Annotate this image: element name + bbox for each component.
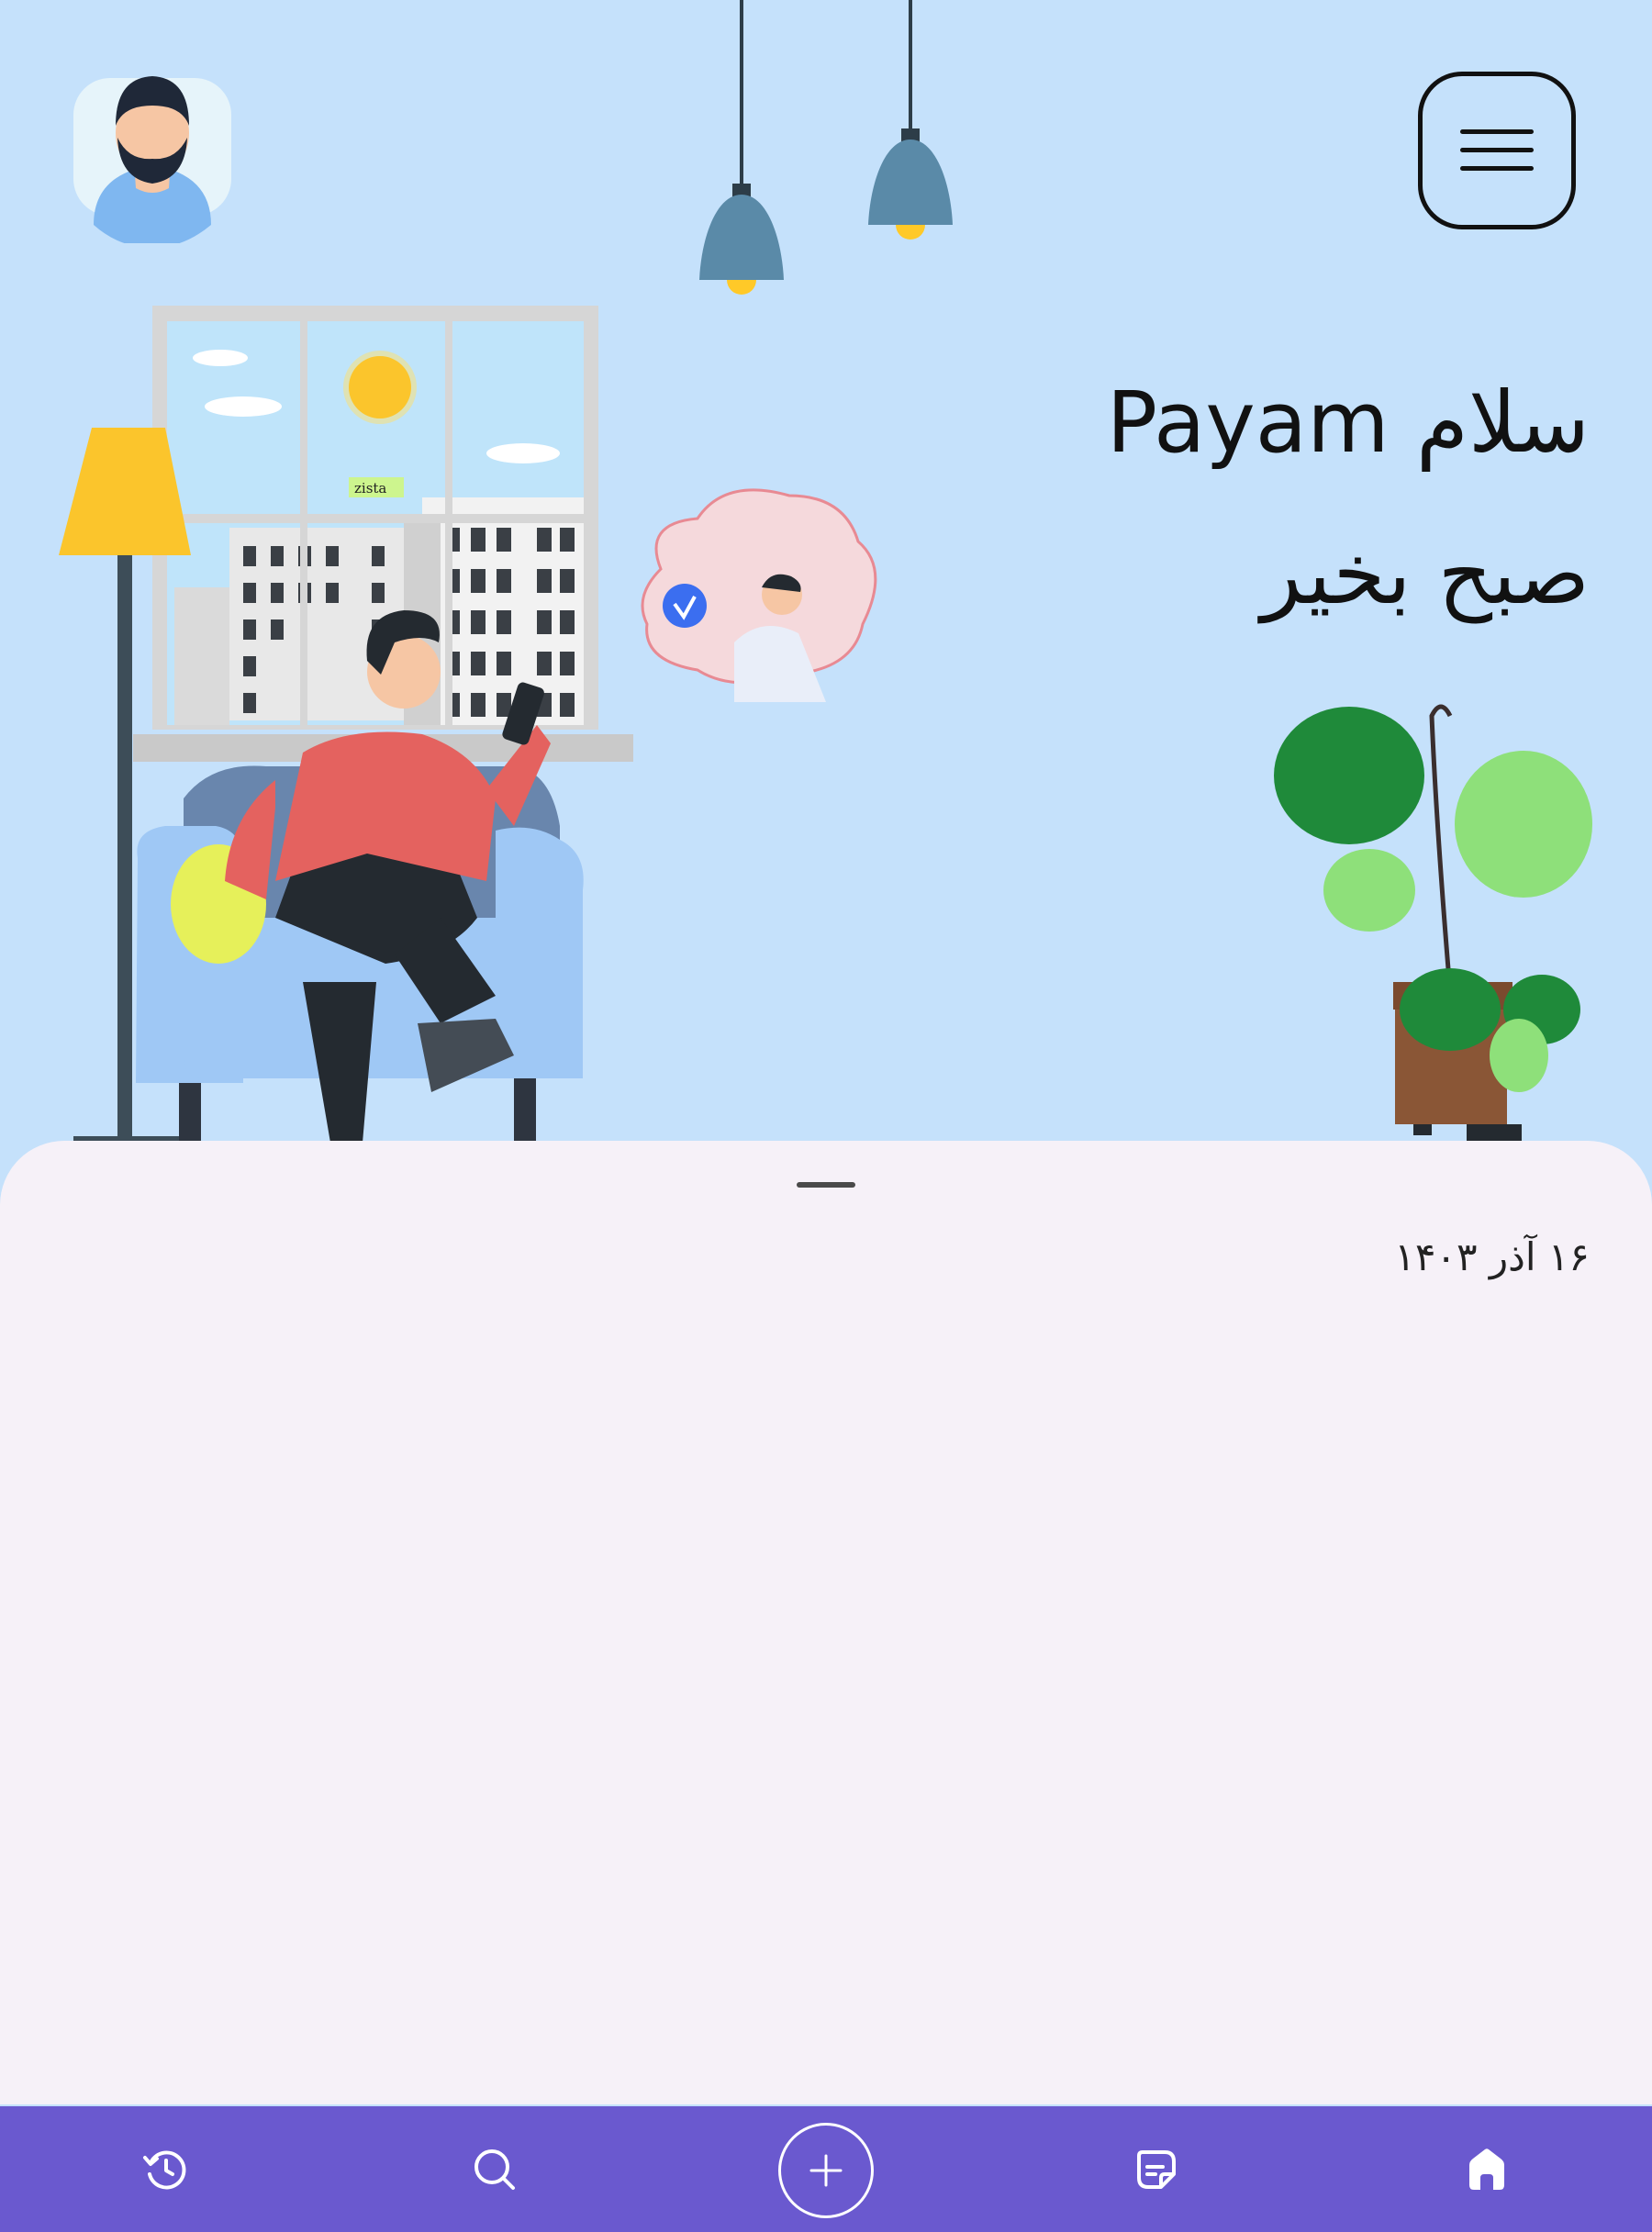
plus-icon xyxy=(809,2154,843,2187)
avatar-icon xyxy=(73,76,231,248)
nav-home-button[interactable] xyxy=(1432,2106,1542,2232)
menu-button[interactable] xyxy=(1418,72,1576,229)
greeting-title: سلام Payam xyxy=(1106,374,1590,472)
document-icon xyxy=(1137,2149,1176,2189)
nav-document-button[interactable] xyxy=(1101,2106,1211,2232)
nav-add-button[interactable] xyxy=(778,2123,874,2218)
pendant-lamps xyxy=(699,0,953,295)
sheet-drag-handle[interactable] xyxy=(797,1182,855,1188)
plant xyxy=(1274,704,1592,1143)
building-sign: zista xyxy=(354,480,386,497)
greeting-subtitle: صبح بخیر xyxy=(1260,525,1590,623)
home-icon xyxy=(1469,2148,1504,2190)
nav-search-button[interactable] xyxy=(440,2106,550,2232)
nav-history-button[interactable] xyxy=(110,2106,220,2232)
date-label: ۱۶ آذر ۱۴۰۳ xyxy=(1394,1234,1590,1279)
hamburger-menu-icon xyxy=(1460,129,1534,171)
user-avatar[interactable] xyxy=(73,60,231,248)
history-icon xyxy=(143,2150,186,2189)
search-icon xyxy=(474,2148,515,2190)
bottom-sheet[interactable] xyxy=(0,1141,1652,2104)
